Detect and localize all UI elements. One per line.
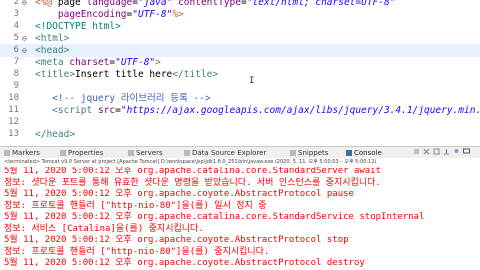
code-token: "UTF-8" — [132, 9, 173, 20]
code-text: </head> — [35, 128, 75, 141]
fold-toggle-icon[interactable]: ⊖ — [22, 47, 30, 55]
code-token: src — [97, 105, 116, 116]
code-token: charset — [69, 57, 110, 68]
display-console-icon[interactable] — [463, 148, 470, 155]
tab-label: Console — [354, 149, 382, 157]
fold-toggle-icon[interactable]: ⊖ — [22, 35, 30, 43]
pin-console-icon[interactable] — [453, 148, 460, 155]
tab-label: Properties — [68, 149, 104, 157]
tab-icon — [184, 150, 190, 156]
code-token: %> — [172, 9, 184, 20]
code-token: <html> — [35, 33, 70, 44]
code-token: <script — [52, 105, 98, 116]
console-toolbar — [410, 146, 480, 158]
code-token: "text/html; charset=UTF-8" — [246, 0, 396, 8]
code-token: page — [57, 0, 87, 8]
tab-label: Data Source Explorer — [192, 149, 267, 157]
code-token: "UTF-8" — [115, 57, 156, 68]
stop-icon[interactable] — [413, 148, 420, 155]
tab-label: Markers — [12, 149, 40, 157]
clear-console-icon[interactable] — [433, 148, 440, 155]
fold-toggle-icon[interactable]: ⊖ — [22, 0, 30, 7]
tab-label: Snippets — [298, 149, 329, 157]
code-line[interactable]: 13 </head> — [0, 128, 480, 141]
tab-icon — [60, 150, 66, 156]
code-token: </head> — [35, 129, 76, 140]
code-token: "java" — [138, 0, 173, 8]
code-editor[interactable]: 2 ⊖ <%@ page language="java" contentType="… — [0, 0, 480, 146]
console-line: 5월 11, 2020 5:00:12 오후 org.apache.coyote… — [4, 258, 365, 268]
code-token: <head> — [35, 45, 70, 56]
console-output[interactable]: 5월 11, 2020 5:00:12 오후 org.apache.catali… — [0, 167, 480, 270]
code-token: <!DOCTYPE html> — [35, 21, 121, 32]
launch-description: <terminated> Tomcat v9.0 Server at proje… — [4, 159, 377, 165]
code-token: contentType — [178, 0, 241, 8]
code-token: > — [155, 57, 161, 68]
tab-icon — [346, 150, 352, 156]
tab-label: Servers — [136, 149, 163, 157]
tab-icon — [128, 150, 134, 156]
code-token: <!-- jquery 라이브러리 등록 --> — [35, 93, 211, 104]
code-token: <meta — [35, 57, 70, 68]
tab-icon — [4, 150, 10, 156]
code-token: <%@ — [35, 0, 58, 8]
code-token: language — [86, 0, 133, 8]
tab-icon — [290, 150, 296, 156]
remove-launch-icon[interactable] — [423, 148, 430, 155]
ide-window: 2 ⊖ <%@ page language="java" contentType="… — [0, 0, 480, 270]
code-token: pageEncoding — [57, 9, 127, 20]
code-token: "https://ajax.googleapis.com/ajax/libs/j… — [120, 105, 480, 116]
code-token: <title> — [35, 69, 76, 80]
code-token: Insert title here — [75, 69, 173, 80]
scroll-lock-icon[interactable] — [443, 148, 450, 155]
line-number: 13 — [8, 129, 19, 139]
text-cursor-icon: I — [249, 77, 254, 86]
code-token: </title> — [172, 69, 219, 80]
